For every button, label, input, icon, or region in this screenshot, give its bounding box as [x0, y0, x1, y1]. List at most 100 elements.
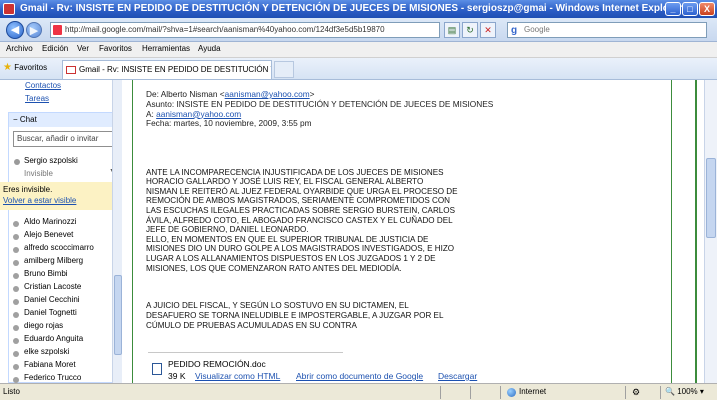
contact-status-icon [13, 312, 19, 318]
menu-edicion[interactable]: Edición [42, 44, 68, 53]
collapse-icon: − [13, 115, 18, 124]
status-text: Listo [3, 387, 20, 396]
status-divider [660, 386, 661, 399]
chat-user-status[interactable]: Invisible [24, 169, 53, 178]
status-divider [500, 386, 501, 399]
contact-status-icon [13, 338, 19, 344]
invisible-text: Eres invisible. [3, 185, 53, 194]
status-divider [625, 386, 626, 399]
invisible-notice: Eres invisible. Volver a estar visible [0, 182, 120, 210]
search-input[interactable]: g Google [507, 22, 707, 38]
contact-status-icon [13, 260, 19, 266]
contact-item[interactable]: Fabiana Moret [24, 360, 76, 369]
chat-header[interactable]: − Chat [9, 113, 119, 127]
address-url: http://mail.google.com/mail/?shva=1#sear… [65, 25, 385, 34]
message-pane: De: Alberto Nisman <aanisman@yahoo.com> … [122, 80, 694, 383]
menu-archivo[interactable]: Archivo [6, 44, 33, 53]
contact-item[interactable]: Alejo Benevet [24, 230, 73, 239]
contact-status-icon [13, 351, 19, 357]
zoom-level[interactable]: 🔍 100% ▾ [665, 384, 704, 400]
status-divider [470, 386, 471, 399]
menu-bar: Archivo Edición Ver Favoritos Herramient… [0, 42, 717, 58]
gmail-icon [66, 66, 76, 74]
chat-user-name[interactable]: Sergio szpolski [24, 156, 78, 165]
contact-status-icon [13, 221, 19, 227]
date-line: Fecha: martes, 10 noviembre, 2009, 3:55 … [146, 118, 312, 129]
forward-button[interactable]: ▶ [26, 22, 42, 38]
contact-item[interactable]: Daniel Cecchini [24, 295, 80, 304]
contact-status-icon [13, 364, 19, 370]
favorites-button[interactable]: ★ Favoritos [3, 62, 47, 73]
chat-title: Chat [19, 115, 37, 124]
address-toolbar: ◀ ▶ http://mail.google.com/mail/?shva=1#… [0, 18, 717, 42]
contact-item[interactable]: Aldo Marinozzi [24, 217, 76, 226]
attachment-filename: PEDIDO REMOCIÓN.doc [168, 359, 266, 369]
tab-gmail[interactable]: Gmail - Rv: INSISTE EN PEDIDO DE DESTITU… [62, 60, 272, 79]
contact-item[interactable]: Daniel Tognetti [24, 308, 77, 317]
become-visible-link[interactable]: Volver a estar visible [3, 195, 120, 206]
download-link[interactable]: Descargar [438, 371, 477, 381]
address-input[interactable]: http://mail.google.com/mail/?shva=1#sear… [50, 22, 440, 38]
body-paragraph: ANTE LA INCOMPARECENCIA INJUSTIFICADA DE… [146, 167, 458, 273]
tab-label: Gmail - Rv: INSISTE EN PEDIDO DE DESTITU… [79, 65, 272, 74]
body-paragraph: A JUICIO DEL FISCAL, Y SEGÚN LO SOSTUVO … [146, 301, 444, 330]
tab-bar: ★ Favoritos Gmail - Rv: INSISTE EN PEDID… [0, 58, 717, 80]
security-zone[interactable]: Internet [505, 384, 546, 400]
contact-item[interactable]: elke szpolski [24, 347, 69, 356]
user-status-icon [14, 159, 20, 165]
doc-icon [152, 363, 162, 375]
from-email-link[interactable]: aanisman@yahoo.com [225, 89, 310, 99]
ie-logo-icon [3, 3, 15, 15]
contact-status-icon [13, 247, 19, 253]
stop-icon[interactable]: ✕ [480, 22, 496, 38]
contact-status-icon [13, 325, 19, 331]
page-content: Contactos Tareas − Chat Buscar, añadir o… [0, 80, 717, 383]
main-scrollbar[interactable] [704, 80, 717, 383]
back-button[interactable]: ◀ [6, 21, 24, 39]
contact-status-icon [13, 286, 19, 292]
main-scroll-thumb[interactable] [706, 158, 716, 238]
menu-ayuda[interactable]: Ayuda [198, 44, 221, 53]
sidebar-scrollbar[interactable] [112, 80, 122, 383]
sidebar-scroll-thumb[interactable] [114, 275, 122, 355]
contact-item[interactable]: Cristian Lacoste [24, 282, 81, 291]
status-divider [440, 386, 441, 399]
view-as-html-link[interactable]: Visualizar como HTML [195, 371, 280, 381]
close-button[interactable]: X [699, 2, 715, 16]
contact-item[interactable]: diego rojas [24, 321, 63, 330]
search-placeholder: Google [524, 25, 550, 34]
open-google-doc-link[interactable]: Abrir como documento de Google [296, 371, 423, 381]
tasks-link[interactable]: Tareas [25, 94, 49, 103]
menu-favoritos[interactable]: Favoritos [99, 44, 132, 53]
protected-mode-icon[interactable]: ⚙ [632, 384, 640, 400]
contact-item[interactable]: amilberg Milberg [24, 256, 83, 265]
chat-search-input[interactable]: Buscar, añadir o invitar [13, 131, 117, 147]
message-body: ANTE LA INCOMPARECENCIA INJUSTIFICADA DE… [146, 158, 506, 340]
gmail-sidebar: Contactos Tareas − Chat Buscar, añadir o… [0, 80, 122, 383]
contacts-link[interactable]: Contactos [25, 81, 61, 90]
contact-status-icon [13, 299, 19, 305]
menu-ver[interactable]: Ver [77, 44, 89, 53]
globe-icon [507, 388, 516, 397]
new-tab-button[interactable] [274, 61, 294, 78]
page-icon [53, 25, 62, 35]
compatibility-icon[interactable]: ▤ [444, 22, 460, 38]
minimize-button[interactable]: _ [665, 2, 681, 16]
to-email-link[interactable]: aanisman@yahoo.com [156, 109, 241, 119]
contact-item[interactable]: Federico Trucco [24, 373, 81, 382]
frame-border [695, 80, 697, 383]
status-bar: Listo Internet ⚙ 🔍 100% ▾ [0, 383, 717, 400]
contact-item[interactable]: Eduardo Anguita [24, 334, 83, 343]
menu-herramientas[interactable]: Herramientas [142, 44, 190, 53]
contact-status-icon [13, 234, 19, 240]
title-bar: Gmail - Rv: INSISTE EN PEDIDO DE DESTITU… [0, 0, 717, 18]
contact-item[interactable]: Bruno Bimbi [24, 269, 68, 278]
refresh-icon[interactable]: ↻ [462, 22, 478, 38]
star-icon: ★ [3, 62, 12, 73]
maximize-button[interactable]: □ [682, 2, 698, 16]
contact-item[interactable]: alfredo scoccimarro [24, 243, 94, 252]
favorites-label: Favoritos [14, 63, 48, 72]
window-title: Gmail - Rv: INSISTE EN PEDIDO DE DESTITU… [20, 3, 683, 14]
attachment-divider [148, 352, 343, 353]
contact-status-icon [13, 273, 19, 279]
